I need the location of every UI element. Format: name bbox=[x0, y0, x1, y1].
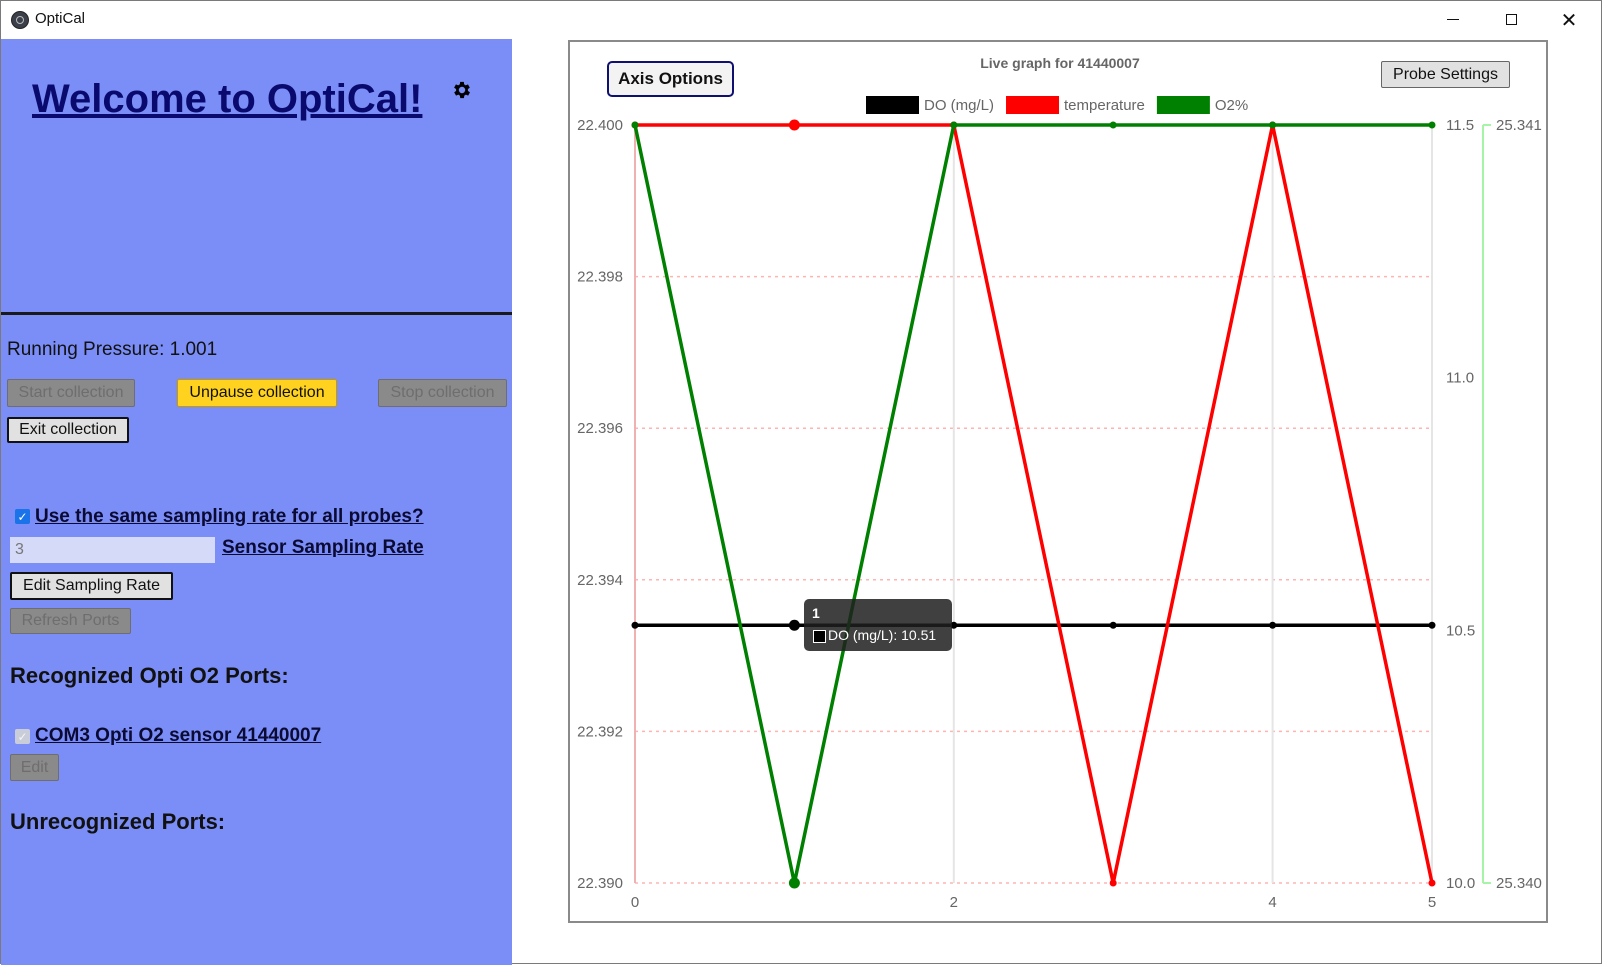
chart-title: Live graph for 41440007 bbox=[980, 55, 1140, 71]
y-tick-left: 22.398 bbox=[577, 269, 623, 286]
data-point-1-1 bbox=[788, 119, 800, 131]
y-tick-left: 22.390 bbox=[577, 875, 623, 892]
data-point-2-1 bbox=[788, 877, 800, 889]
x-tick: 5 bbox=[1428, 894, 1436, 911]
tooltip-swatch bbox=[813, 630, 826, 643]
legend-swatch-0 bbox=[866, 96, 919, 114]
y-tick-right-do: 10.0 bbox=[1446, 875, 1475, 892]
data-point-0-5 bbox=[1428, 621, 1436, 629]
legend-label-0: DO (mg/L) bbox=[924, 97, 994, 114]
data-point-1-3 bbox=[1109, 879, 1117, 887]
y-tick-right-o2: 25.340 bbox=[1496, 875, 1542, 892]
y-tick-right-do: 11.5 bbox=[1446, 117, 1474, 134]
data-point-0-4 bbox=[1269, 621, 1277, 629]
data-point-0-3 bbox=[1109, 621, 1117, 629]
data-point-0-1 bbox=[788, 619, 800, 631]
data-point-2-5 bbox=[1428, 121, 1436, 129]
y-tick-left: 22.392 bbox=[577, 723, 623, 740]
x-tick: 2 bbox=[950, 894, 958, 911]
y-tick-right-do: 11.0 bbox=[1446, 370, 1474, 387]
x-tick: 0 bbox=[631, 894, 639, 911]
data-point-1-5 bbox=[1428, 879, 1436, 887]
app-window: OptiCal ✕ Welcome to OptiCal! Running Pr… bbox=[0, 0, 1602, 965]
tooltip-body: DO (mg/L): 10.51 bbox=[828, 627, 937, 643]
chart-tooltip: 1 DO (mg/L): 10.51 bbox=[804, 599, 952, 651]
axis-options-button[interactable]: Axis Options bbox=[607, 61, 734, 97]
legend-swatch-1 bbox=[1006, 96, 1060, 114]
y-tick-right-do: 10.5 bbox=[1446, 622, 1475, 639]
legend-label-1: temperature bbox=[1064, 97, 1145, 114]
data-point-2-3 bbox=[1109, 121, 1117, 129]
y-tick-left: 22.396 bbox=[577, 420, 623, 437]
x-tick: 4 bbox=[1268, 894, 1276, 911]
probe-settings-button[interactable]: Probe Settings bbox=[1381, 61, 1510, 88]
live-graph: Live graph for 41440007 DO (mg/L) temperat… bbox=[577, 55, 1542, 911]
series-line-1 bbox=[635, 123, 1434, 884]
data-point-0-0 bbox=[631, 621, 639, 629]
tooltip-title: 1 bbox=[812, 605, 820, 621]
data-point-2-2 bbox=[950, 121, 958, 129]
data-point-2-4 bbox=[1269, 121, 1277, 129]
legend-label-2: O2% bbox=[1215, 97, 1248, 114]
y-tick-left: 22.400 bbox=[577, 117, 623, 134]
legend-swatch-2 bbox=[1156, 96, 1210, 114]
y-tick-left: 22.394 bbox=[577, 572, 623, 589]
data-point-2-0 bbox=[631, 121, 639, 129]
y-tick-right-o2: 25.341 bbox=[1496, 117, 1542, 134]
